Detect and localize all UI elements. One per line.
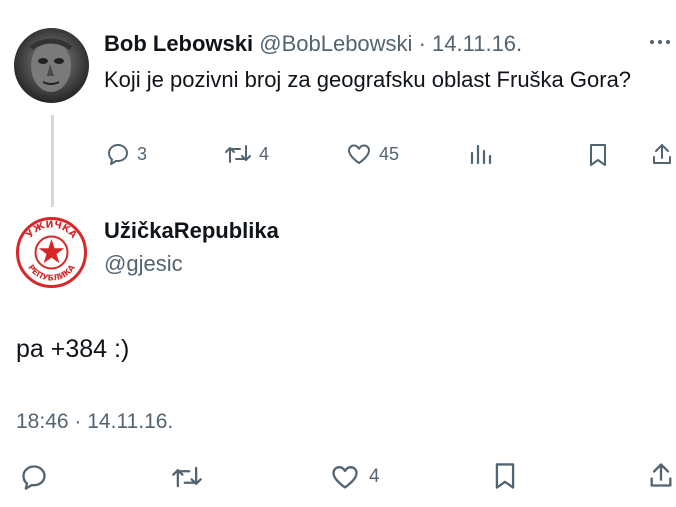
reply-reply-button[interactable] [20, 463, 48, 491]
parent-separator: · [418, 31, 426, 56]
bookmark-icon [495, 463, 515, 489]
retweet-icon [172, 466, 202, 488]
avatar-uzicka-republika[interactable]: УЖИЧКА РЕПУБЛИКА [14, 215, 89, 290]
parent-date[interactable]: 14.11.16. [432, 31, 522, 56]
reply-author-name[interactable]: UžičkaRepublika [104, 218, 279, 244]
parent-retweet-button[interactable]: 4 [224, 142, 269, 166]
more-icon[interactable] [648, 34, 672, 50]
uzicka-logo-image: УЖИЧКА РЕПУБЛИКА [16, 217, 87, 288]
retweet-icon [225, 145, 251, 163]
reply-timestamp[interactable]: 18:46 · 14.11.16. [16, 410, 173, 434]
parent-like-count: 45 [379, 143, 400, 164]
parent-views-button[interactable] [468, 142, 492, 166]
share-icon [650, 463, 672, 487]
reply-date: 14.11.16. [87, 410, 174, 433]
reply-icon [108, 144, 128, 165]
parent-reply-count: 3 [137, 143, 148, 164]
reply-like-button[interactable]: 4 [330, 463, 380, 491]
parent-tweet-header: Bob Lebowski @BobLebowski · 14.11.16. [104, 31, 522, 57]
avatar-face-image [29, 38, 73, 92]
parent-author-name[interactable]: Bob Lebowski [104, 31, 253, 56]
parent-share-button[interactable] [651, 142, 673, 166]
reply-tweet-text: pa +384 :) [16, 335, 130, 363]
parent-author-handle[interactable]: @BobLebowski [259, 31, 412, 56]
reply-separator: · [74, 410, 82, 433]
parent-reply-button[interactable]: 3 [106, 142, 147, 166]
reply-like-count: 4 [369, 466, 380, 487]
reply-bookmark-button[interactable] [492, 461, 518, 491]
bookmark-icon [590, 144, 606, 166]
thread-connector-line [51, 115, 54, 207]
parent-retweet-count: 4 [259, 143, 270, 164]
share-icon [653, 144, 671, 164]
reply-retweet-button[interactable] [171, 463, 203, 491]
parent-tweet-text: Koji je pozivni broj za geografsku oblas… [104, 67, 632, 92]
parent-like-button[interactable]: 45 [346, 142, 399, 166]
reply-time: 18:46 [16, 410, 69, 433]
like-icon [332, 466, 358, 489]
parent-bookmark-button[interactable] [587, 142, 609, 168]
reply-author-handle[interactable]: @gjesic [104, 251, 183, 277]
reply-icon [22, 465, 46, 490]
like-icon [348, 144, 370, 164]
views-icon [470, 144, 492, 165]
reply-share-button[interactable] [648, 461, 674, 489]
avatar-bob-lebowski[interactable] [14, 28, 89, 103]
